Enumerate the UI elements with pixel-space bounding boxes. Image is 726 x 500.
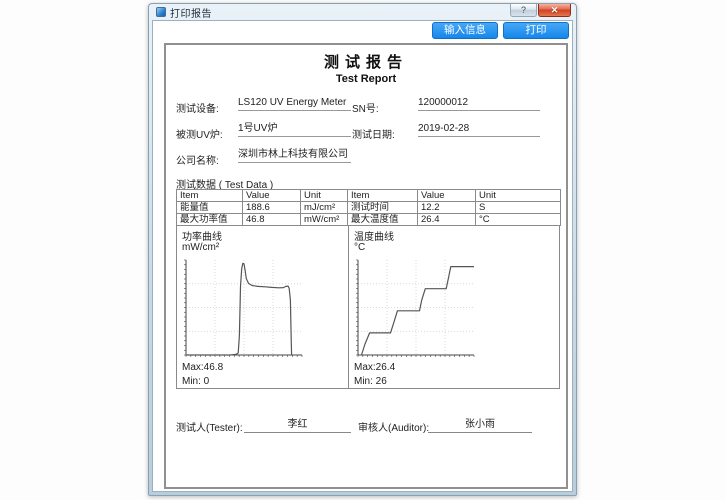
col-header: Item (348, 190, 418, 202)
table-cell: °C (476, 214, 561, 226)
report-title: 测试报告 (166, 51, 566, 72)
table-cell: 最大功率值 (177, 214, 243, 226)
screen: 打印报告 ? ✕ 输入信息 打印 测试报告 Test Report 测试设备: … (0, 0, 726, 500)
device-label: 测试设备: (176, 100, 219, 115)
company-value: 深圳市林上科技有限公司 (238, 148, 351, 163)
auditor-value: 张小雨 (428, 417, 532, 433)
table-cell: 12.2 (418, 202, 476, 214)
oven-value: 1号UV炉 (238, 122, 351, 137)
table-cell: 测试时间 (348, 202, 418, 214)
table-cell: 188.6 (243, 202, 301, 214)
table-cell: mW/cm² (301, 214, 348, 226)
table-cell: 46.8 (243, 214, 301, 226)
table-cell: 26.4 (418, 214, 476, 226)
auditor-label: 审核人(Auditor): (358, 419, 429, 434)
title-bar[interactable]: 打印报告 ? ✕ (152, 4, 573, 20)
temperature-curve-panel: 温度曲线 °C Max:26.4 Min: 26 (349, 226, 559, 388)
company-label: 公司名称: (176, 152, 219, 167)
signature-section: 测试人(Tester): 李红 审核人(Auditor): 张小雨 (166, 417, 566, 439)
power-curve-panel: 功率曲线 mW/cm² Max:46.8 Min: 0 (177, 226, 349, 388)
temperature-max-label: Max:26.4 (354, 362, 395, 373)
app-icon (156, 7, 166, 17)
table-row: 最大功率值 46.8 mW/cm² 最大温度值 26.4 °C (177, 214, 561, 226)
temperature-curve-title: 温度曲线 (354, 228, 394, 243)
report-subtitle: Test Report (166, 73, 566, 85)
col-header: Value (243, 190, 301, 202)
dialog-client-area: 输入信息 打印 测试报告 Test Report 测试设备: LS120 UV … (152, 20, 573, 492)
temperature-min-label: Min: 26 (354, 376, 387, 387)
tester-label: 测试人(Tester): (176, 419, 243, 434)
oven-label: 被测UV炉: (176, 126, 223, 141)
col-header: Unit (301, 190, 348, 202)
test-data-table: Item Value Unit Item Value Unit 能量值 188.… (176, 189, 561, 226)
help-icon[interactable]: ? (510, 4, 537, 17)
close-icon[interactable]: ✕ (538, 4, 571, 17)
power-curve-unit: mW/cm² (182, 242, 219, 253)
window-controls: ? ✕ (510, 4, 571, 17)
power-curve-title: 功率曲线 (182, 228, 222, 243)
temperature-curve-unit: °C (354, 242, 365, 253)
charts-section: 功率曲线 mW/cm² Max:46.8 Min: 0 温度曲线 °C Max:… (176, 225, 560, 389)
sn-value: 120000012 (418, 96, 540, 111)
power-max-label: Max:46.8 (182, 362, 223, 373)
table-cell: mJ/cm² (301, 202, 348, 214)
power-min-label: Min: 0 (182, 376, 209, 387)
col-header: Unit (476, 190, 561, 202)
table-cell: 能量值 (177, 202, 243, 214)
power-curve-chart (182, 257, 304, 361)
print-report-dialog: 打印报告 ? ✕ 输入信息 打印 测试报告 Test Report 测试设备: … (148, 3, 577, 496)
table-cell: 最大温度值 (348, 214, 418, 226)
temperature-curve-chart (354, 257, 476, 361)
col-header: Value (418, 190, 476, 202)
toolbar: 输入信息 打印 (432, 22, 569, 39)
date-value: 2019-02-28 (418, 122, 540, 137)
date-label: 测试日期: (352, 126, 395, 141)
window-title: 打印报告 (170, 5, 212, 20)
device-value: LS120 UV Energy Meter (238, 96, 351, 111)
input-info-button[interactable]: 输入信息 (432, 22, 498, 39)
sn-label: SN号: (352, 100, 379, 115)
table-cell: S (476, 202, 561, 214)
print-button[interactable]: 打印 (503, 22, 569, 39)
report-page: 测试报告 Test Report 测试设备: LS120 UV Energy M… (164, 43, 568, 489)
tester-value: 李红 (244, 417, 351, 433)
table-header-row: Item Value Unit Item Value Unit (177, 190, 561, 202)
table-row: 能量值 188.6 mJ/cm² 测试时间 12.2 S (177, 202, 561, 214)
col-header: Item (177, 190, 243, 202)
